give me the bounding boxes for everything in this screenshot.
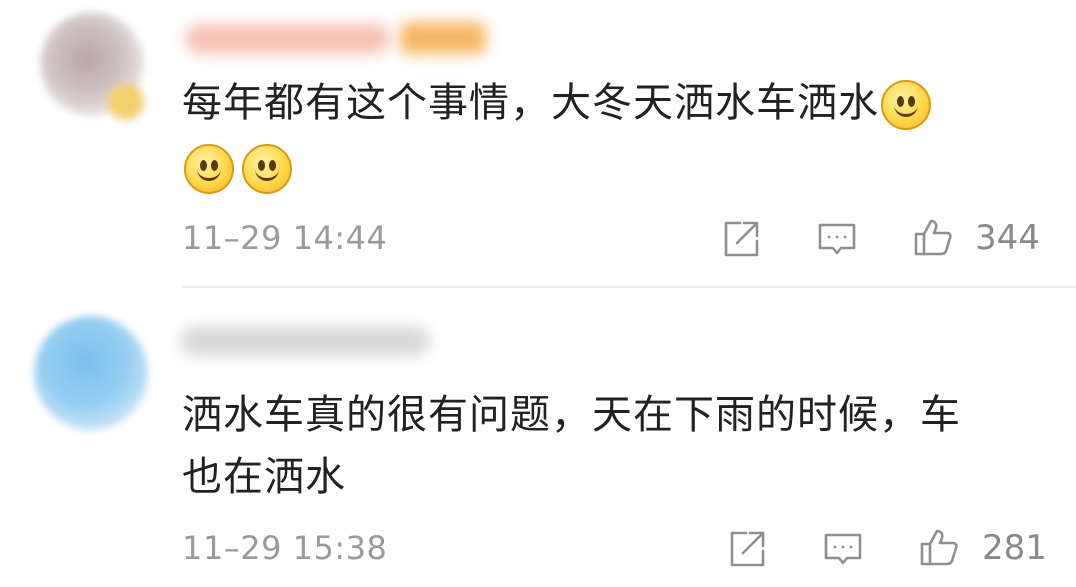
- smile-emoji-icon: [242, 144, 292, 194]
- comment-text-line: 洒水车真的很有问题，天在下雨的时候，车: [182, 392, 961, 438]
- smile-emoji-icon: [184, 144, 234, 194]
- comment-text: 每年都有这个事情，大冬天洒水车洒水: [182, 68, 937, 138]
- like-icon[interactable]: [918, 526, 960, 568]
- reply-icon[interactable]: [822, 528, 864, 570]
- vip-badge-blurred: [400, 22, 486, 54]
- comment-text-line: 每年都有这个事情，大冬天洒水车洒水: [182, 80, 879, 126]
- share-icon[interactable]: [720, 218, 762, 260]
- like-icon[interactable]: [912, 216, 954, 258]
- comment-timestamp: 11–29 14:44: [182, 219, 388, 257]
- comment-text-line: 也在洒水: [182, 454, 346, 500]
- share-icon[interactable]: [726, 528, 768, 570]
- avatar[interactable]: [34, 316, 148, 430]
- smile-emoji-icon: [881, 80, 931, 130]
- like-count: 281: [982, 528, 1047, 568]
- reply-icon[interactable]: [816, 218, 858, 260]
- comment-timestamp: 11–29 15:38: [182, 529, 388, 567]
- like-count: 344: [975, 218, 1040, 258]
- comment-item: 每年都有这个事情，大冬天洒水车洒水 11–29 14:44 344: [0, 0, 1076, 288]
- username-blurred[interactable]: [180, 326, 430, 356]
- verified-badge-icon: [108, 84, 144, 120]
- comment-emoji-line: [182, 132, 298, 202]
- username-blurred[interactable]: [185, 24, 390, 54]
- comment-item: 洒水车真的很有问题，天在下雨的时候，车 也在洒水 11–29 15:38 281: [0, 288, 1076, 587]
